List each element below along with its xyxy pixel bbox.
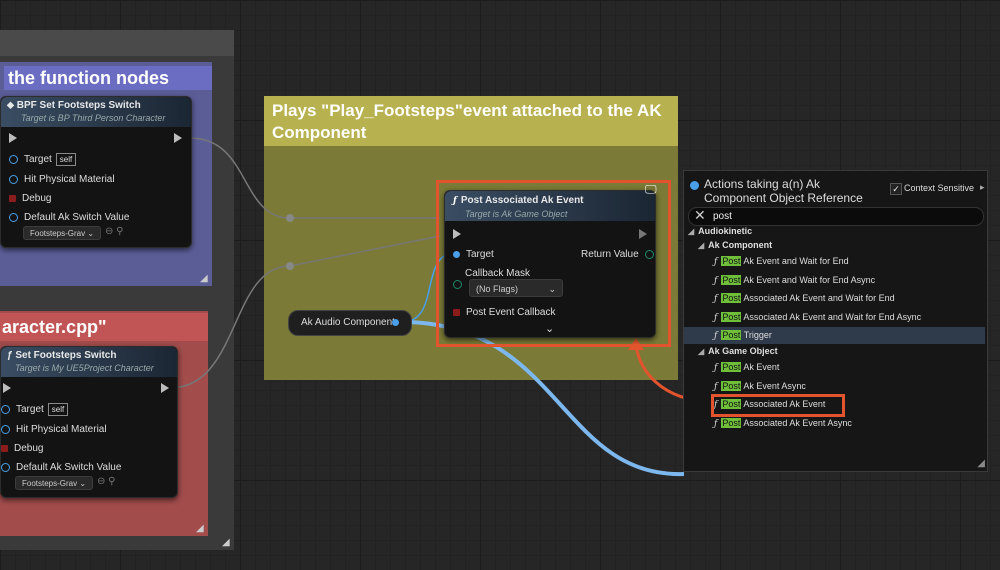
pin-dot-icon: [1, 462, 10, 472]
menu-item[interactable]: ƒ Post Associated Ak Event and Wait for E…: [714, 309, 921, 326]
pin-dot-icon: [9, 154, 18, 164]
node-bpf-set-footsteps-switch[interactable]: ⬥ BPF Set Footsteps Switch Target is BP …: [0, 96, 192, 248]
function-icon: ƒ: [714, 276, 718, 286]
menu-item[interactable]: ƒ Post Ak Event and Wait for End: [714, 253, 849, 270]
pin-target[interactable]: Target: [453, 249, 494, 260]
exec-out-pin[interactable]: [161, 383, 169, 393]
ak-audio-component-variable[interactable]: Ak Audio Component: [288, 310, 412, 336]
left-graph-panel-header: [0, 30, 234, 56]
close-icon[interactable]: ✕: [694, 207, 706, 224]
comment-title: the function nodes: [4, 66, 212, 90]
exec-out-pin[interactable]: [174, 133, 182, 143]
exec-in-pin[interactable]: [9, 133, 17, 143]
group-ak-component[interactable]: ◢ Ak Component: [698, 237, 772, 254]
exec-in-pin[interactable]: [3, 383, 11, 393]
pin-dot-icon: [645, 249, 655, 259]
function-icon: ƒ: [714, 313, 718, 323]
context-menu-heading: Actions taking a(n) Ak Component Object …: [704, 177, 863, 205]
resize-grip-icon[interactable]: ◢: [196, 524, 206, 534]
browse-search-icon[interactable]: ⊖ ⚲: [97, 476, 115, 487]
node-post-associated-ak-event[interactable]: ƒ Post Associated Ak Event Target is Ak G…: [444, 190, 656, 338]
pin-callback-mask-icon[interactable]: [453, 280, 462, 289]
node-title: ƒ Post Associated Ak Event: [453, 195, 584, 206]
pin-hit-physical-material[interactable]: Hit Physical Material: [9, 174, 115, 185]
pin-dot-icon: [453, 308, 460, 316]
switch-value-combo[interactable]: Footsteps-Grav ⌄: [23, 226, 101, 240]
menu-item[interactable]: ƒ Post Associated Ak Event and Wait for E…: [714, 290, 895, 307]
node-title: ⬥ BPF Set Footsteps Switch: [7, 100, 141, 111]
menu-item-post-associated-ak-event[interactable]: ƒ Post Associated Ak Event: [714, 396, 825, 413]
menu-item[interactable]: ƒ Post Ak Event and Wait for End Async: [714, 272, 875, 289]
node-subtitle: Target is Ak Game Object: [465, 209, 568, 219]
self-badge: self: [47, 403, 69, 416]
function-icon: ƒ: [714, 419, 718, 429]
function-icon: ƒ: [714, 331, 718, 341]
exec-in-pin[interactable]: [453, 229, 461, 239]
pin-dot-icon: [9, 212, 18, 222]
pin-hit-physical-material[interactable]: Hit Physical Material: [1, 424, 107, 435]
pin-dot-icon: [453, 250, 460, 258]
context-sensitive-checkbox[interactable]: ✓: [890, 183, 902, 195]
pin-default-ak-switch-value[interactable]: Default Ak Switch Value: [9, 212, 129, 223]
resize-grip-icon[interactable]: ◢: [200, 274, 210, 284]
node-subtitle: Target is BP Third Person Character: [21, 113, 166, 123]
pin-callback-mask-label: Callback Mask: [465, 268, 531, 279]
expand-triangle-icon: ◢: [698, 347, 705, 356]
node-subtitle: Target is My UE5Project Character: [15, 363, 154, 373]
function-icon: ƒ: [453, 196, 457, 206]
function-icon: ƒ: [714, 294, 718, 304]
function-icon: ƒ: [714, 400, 718, 410]
node-title: ƒ Set Footsteps Switch: [7, 350, 117, 361]
exec-out-pin[interactable]: [639, 229, 647, 239]
self-badge: self: [55, 153, 77, 166]
pin-dot-icon: [1, 444, 8, 452]
expand-triangle-icon: ◢: [698, 241, 705, 250]
output-pin-icon[interactable]: [392, 319, 399, 326]
pin-dot-icon: [9, 194, 16, 202]
chevron-down-icon[interactable]: ⌄: [545, 322, 554, 335]
pin-return-value[interactable]: Return Value: [581, 249, 660, 260]
comment-header: Plays "Play_Footsteps"event attached to …: [264, 96, 678, 146]
pin-debug[interactable]: Debug: [9, 193, 51, 204]
menu-item[interactable]: ƒ Post Ak Event Async: [714, 378, 806, 395]
context-sensitive-label: Context Sensitive: [904, 183, 975, 193]
callback-mask-combo[interactable]: (No Flags) ⌄: [469, 279, 563, 297]
pin-dot-icon: [1, 424, 10, 434]
menu-item[interactable]: ƒ Post Ak Event: [714, 359, 779, 376]
pin-target[interactable]: Target self: [1, 403, 69, 416]
pin-default-ak-switch-value[interactable]: Default Ak Switch Value: [1, 462, 121, 473]
pin-target[interactable]: Target self: [9, 153, 77, 166]
menu-item-selected[interactable]: ƒ Post Trigger: [684, 327, 985, 344]
pin-dot-icon: [9, 174, 18, 184]
switch-value-combo[interactable]: Footsteps-Grav ⌄: [15, 476, 93, 490]
context-menu[interactable]: Actions taking a(n) Ak Component Object …: [683, 170, 988, 472]
comment-title: aracter.cpp": [0, 313, 208, 341]
monitor-icon: 🖵: [645, 182, 657, 196]
menu-item[interactable]: ƒ Post Associated Ak Event Async: [714, 415, 852, 432]
node-set-footsteps-switch[interactable]: ƒ Set Footsteps Switch Target is My UE5P…: [0, 346, 178, 498]
function-icon: ƒ: [714, 382, 718, 392]
expand-triangle-icon: ◢: [688, 227, 695, 236]
browse-search-icon[interactable]: ⊖ ⚲: [105, 226, 123, 237]
group-ak-game-object[interactable]: ◢ Ak Game Object: [698, 343, 778, 360]
comment-title: Plays "Play_Footsteps"event attached to …: [272, 101, 662, 142]
pin-debug[interactable]: Debug: [1, 443, 43, 454]
pin-post-event-callback[interactable]: Post Event Callback: [453, 307, 556, 318]
pin-dot-icon: [1, 404, 10, 414]
function-icon: ƒ: [714, 363, 718, 373]
function-icon: ƒ: [714, 257, 718, 267]
chevron-right-icon[interactable]: ▸: [980, 182, 985, 193]
panel-resize-grip-icon[interactable]: ◢: [222, 538, 232, 548]
object-reference-icon: [690, 181, 699, 190]
resize-grip-icon[interactable]: ◢: [977, 458, 985, 469]
